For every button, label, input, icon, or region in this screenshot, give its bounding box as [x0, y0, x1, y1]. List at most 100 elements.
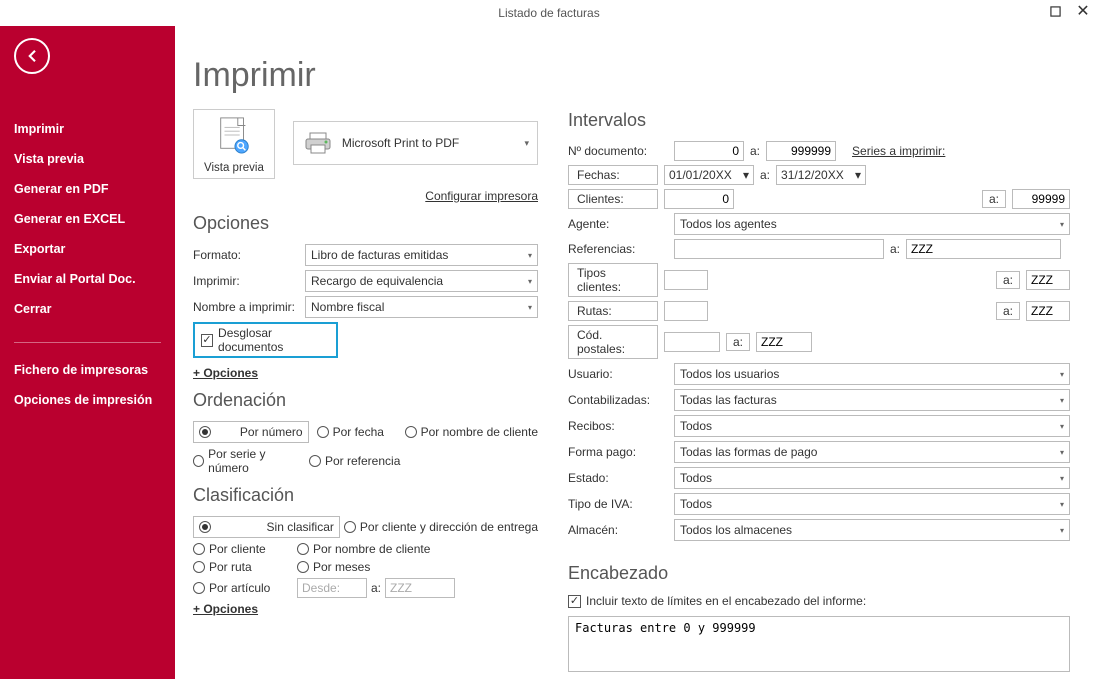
sidebar-item-vista-previa[interactable]: Vista previa	[0, 144, 175, 174]
back-button[interactable]	[14, 38, 50, 74]
alm-select[interactable]: Todos los almacenes▾	[674, 519, 1070, 541]
clientes-to-input[interactable]	[1012, 189, 1070, 209]
chevron-down-icon: ▾	[1060, 396, 1064, 405]
clas-hasta-input[interactable]	[385, 578, 455, 598]
window-close-icon[interactable]: ✕	[1074, 2, 1092, 20]
radio-por-nombre-cliente[interactable]: Por nombre de cliente	[405, 421, 538, 443]
rutas-a-button[interactable]: a:	[996, 302, 1020, 320]
sidebar-item-generar-excel[interactable]: Generar en EXCEL	[0, 204, 175, 234]
sidebar-item-generar-pdf[interactable]: Generar en PDF	[0, 174, 175, 204]
fecha-a: a:	[760, 168, 770, 182]
tipos-clientes-button[interactable]: Tipos clientes:	[568, 263, 658, 297]
radio-por-referencia[interactable]: Por referencia	[309, 447, 400, 475]
sidebar-item-fichero-impresoras[interactable]: Fichero de impresoras	[0, 355, 175, 385]
chevron-down-icon: ▾	[528, 277, 532, 286]
tipos-a-button[interactable]: a:	[996, 271, 1020, 289]
cp-button[interactable]: Cód. postales:	[568, 325, 658, 359]
estado-label: Estado:	[568, 471, 668, 485]
ndoc-a: a:	[750, 144, 760, 158]
desglosar-checkbox[interactable]	[201, 334, 213, 347]
clas-desde-input[interactable]	[297, 578, 367, 598]
fecha-to-select[interactable]: 31/12/20XX▾	[776, 165, 866, 185]
window-title: Listado de facturas	[498, 6, 599, 20]
mas-opciones-clas-link[interactable]: + Opciones	[193, 602, 258, 616]
radio-sin-clasificar[interactable]: Sin clasificar	[193, 516, 340, 538]
rutas-button[interactable]: Rutas:	[568, 301, 658, 321]
chevron-down-icon: ▾	[524, 138, 529, 149]
fechas-button[interactable]: Fechas:	[568, 165, 658, 185]
chevron-down-icon: ▾	[1060, 220, 1064, 229]
desglosar-label: Desglosar documentos	[218, 326, 330, 354]
ndoc-from-input[interactable]	[674, 141, 744, 161]
clientes-button[interactable]: Clientes:	[568, 189, 658, 209]
rutas-from-input[interactable]	[664, 301, 708, 321]
sidebar-item-opciones-impresion[interactable]: Opciones de impresión	[0, 385, 175, 415]
ref-label: Referencias:	[568, 242, 668, 256]
sidebar-item-enviar-portal[interactable]: Enviar al Portal Doc.	[0, 264, 175, 294]
ordenacion-heading: Ordenación	[193, 390, 538, 411]
ndoc-to-input[interactable]	[766, 141, 836, 161]
ref-from-input[interactable]	[674, 239, 884, 259]
fp-select[interactable]: Todas las formas de pago▾	[674, 441, 1070, 463]
configurar-impresora-link[interactable]: Configurar impresora	[425, 189, 538, 203]
formato-select[interactable]: Libro de facturas emitidas▾	[305, 244, 538, 266]
clasificacion-heading: Clasificación	[193, 485, 538, 506]
mas-opciones-link[interactable]: + Opciones	[193, 366, 258, 380]
radio-por-nombre-cliente-clas[interactable]: Por nombre de cliente	[297, 542, 430, 556]
radio-por-fecha[interactable]: Por fecha	[317, 421, 397, 443]
rutas-to-input[interactable]	[1026, 301, 1070, 321]
iva-label: Tipo de IVA:	[568, 497, 668, 511]
usuario-label: Usuario:	[568, 367, 668, 381]
imprimir-select[interactable]: Recargo de equivalencia▾	[305, 270, 538, 292]
opciones-heading: Opciones	[193, 213, 538, 234]
encabezado-textarea[interactable]	[568, 616, 1070, 672]
radio-por-meses[interactable]: Por meses	[297, 560, 370, 574]
printer-icon	[304, 131, 332, 155]
tipos-to-input[interactable]	[1026, 270, 1070, 290]
estado-select[interactable]: Todos▾	[674, 467, 1070, 489]
alm-label: Almacén:	[568, 523, 668, 537]
cp-from-input[interactable]	[664, 332, 720, 352]
chevron-down-icon: ▾	[743, 168, 749, 182]
clientes-a-button[interactable]: a:	[982, 190, 1006, 208]
sidebar-item-cerrar[interactable]: Cerrar	[0, 294, 175, 324]
contab-select[interactable]: Todas las facturas▾	[674, 389, 1070, 411]
sidebar-item-imprimir[interactable]: Imprimir	[0, 114, 175, 144]
printer-select[interactable]: Microsoft Print to PDF ▾	[293, 121, 538, 165]
chevron-down-icon: ▾	[1060, 500, 1064, 509]
agente-label: Agente:	[568, 217, 668, 231]
radio-por-ruta[interactable]: Por ruta	[193, 560, 293, 574]
agente-select[interactable]: Todos los agentes▾	[674, 213, 1070, 235]
ndoc-label: Nº documento:	[568, 144, 668, 158]
recibos-select[interactable]: Todos▾	[674, 415, 1070, 437]
fp-label: Forma pago:	[568, 445, 668, 459]
incluir-encabezado-checkbox[interactable]	[568, 595, 581, 608]
usuario-select[interactable]: Todos los usuarios▾	[674, 363, 1070, 385]
encabezado-heading: Encabezado	[568, 563, 1070, 584]
chevron-down-icon: ▾	[1060, 422, 1064, 431]
formato-label: Formato:	[193, 248, 305, 262]
document-preview-icon	[215, 116, 253, 158]
clientes-from-input[interactable]	[664, 189, 734, 209]
vista-previa-button[interactable]: Vista previa	[193, 109, 275, 179]
nombre-select[interactable]: Nombre fiscal▾	[305, 296, 538, 318]
imprimir-label: Imprimir:	[193, 274, 305, 288]
contab-label: Contabilizadas:	[568, 393, 668, 407]
radio-cliente-direccion[interactable]: Por cliente y dirección de entrega	[344, 520, 538, 534]
series-link[interactable]: Series a imprimir:	[852, 144, 945, 158]
radio-por-numero[interactable]: Por número	[193, 421, 309, 443]
cp-a-button[interactable]: a:	[726, 333, 750, 351]
fecha-from-select[interactable]: 01/01/20XX▾	[664, 165, 754, 185]
iva-select[interactable]: Todos▾	[674, 493, 1070, 515]
radio-por-cliente[interactable]: Por cliente	[193, 542, 293, 556]
sidebar-item-exportar[interactable]: Exportar	[0, 234, 175, 264]
ref-to-input[interactable]	[906, 239, 1061, 259]
chevron-down-icon: ▾	[1060, 448, 1064, 457]
cp-to-input[interactable]	[756, 332, 812, 352]
radio-por-serie-numero[interactable]: Por serie y número	[193, 447, 301, 475]
radio-por-articulo[interactable]: Por artículo	[193, 581, 293, 595]
tipos-from-input[interactable]	[664, 270, 708, 290]
chevron-down-icon: ▾	[1060, 370, 1064, 379]
chevron-down-icon: ▾	[1060, 474, 1064, 483]
window-maximize-icon[interactable]	[1046, 2, 1064, 20]
